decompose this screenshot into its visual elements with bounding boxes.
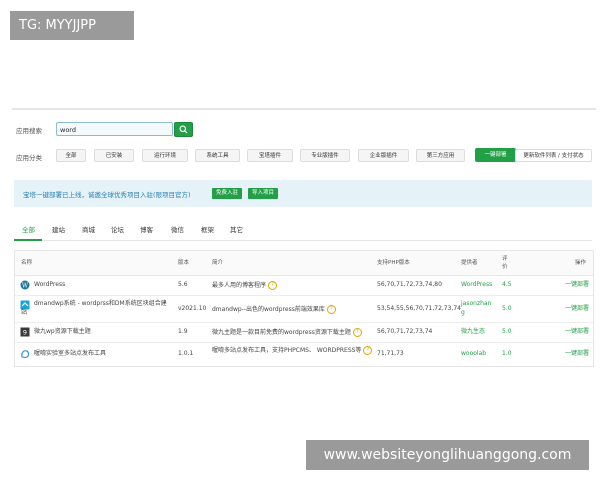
tab-wechat[interactable]: 微信: [171, 224, 184, 234]
tab-mall[interactable]: 商城: [82, 224, 95, 234]
app-php: 56,70,71,72,73,74: [377, 328, 433, 335]
import-project-button[interactable]: 导入项目: [248, 188, 278, 199]
app-name-cont: 站: [21, 309, 28, 316]
deploy-link[interactable]: 一键部署: [565, 328, 589, 336]
app-provider[interactable]: wooolab: [461, 350, 486, 358]
banner-text: 宝塔一键部署已上线，诚邀全球优秀项目入驻(限项目官方): [23, 191, 191, 199]
watermark-bottom: www.websiteyonglihuanggong.com: [306, 440, 589, 470]
col-php: 支持PHP版本: [377, 260, 410, 266]
app-version: v2021.10: [178, 305, 207, 312]
col-rating-1: 评: [502, 256, 508, 262]
app-provider-cont[interactable]: g: [461, 309, 465, 317]
table-header: 名称 版本 简介 支持PHP版本 提供者 评 价 操作: [15, 251, 593, 276]
app-version: 1.0.1: [178, 350, 194, 357]
table-row: 喔唷实验室多站点发布工具 1.0.1 喔唷多站点发布工具，支持PHPCMS、 W…: [15, 343, 593, 366]
app-name: 喔唷实验室多站点发布工具: [34, 350, 107, 357]
tab-site[interactable]: 建站: [52, 224, 65, 234]
app-store-panel: 应用搜索 word 应用分类 全部 已安装 运行环境 系统工具 宝塔插件 专业版…: [12, 108, 596, 372]
app-desc: 微九主题是一款目前免费的wordpress资源下载主题?: [212, 328, 362, 337]
svg-text:W: W: [22, 282, 29, 289]
deploy-link[interactable]: 一键部署: [565, 281, 589, 289]
app-php: 53,54,55,56,70,71,72,73,74: [377, 305, 461, 312]
tab-forum[interactable]: 论坛: [111, 224, 124, 234]
col-rating-2: 价: [502, 264, 508, 270]
tab-all[interactable]: 全部: [22, 224, 35, 234]
watermark-top: TG: MYYJJPP: [10, 11, 134, 40]
app-name: dmandwp系统 - wordprss和DM系统区块组合建: [34, 300, 167, 307]
category-runtime-button[interactable]: 运行环境: [142, 149, 188, 162]
app-provider[interactable]: WordPress: [461, 281, 492, 289]
search-icon: [179, 125, 188, 134]
one-click-deploy-button[interactable]: 一键部署: [475, 148, 516, 162]
category-pro-plugins-button[interactable]: 专业版插件: [300, 149, 350, 162]
category-enterprise-plugins-button[interactable]: 企业版插件: [358, 149, 409, 162]
wooolab-logo-icon: [21, 350, 30, 359]
col-provider: 提供者: [461, 260, 478, 266]
app-desc: 最多人用的博客程序?: [212, 281, 278, 290]
col-name: 名称: [21, 260, 33, 266]
help-icon[interactable]: ?: [268, 281, 278, 290]
announcement-banner: 宝塔一键部署已上线，诚邀全球优秀项目入驻(限项目官方) 免费入驻 导入项目: [14, 180, 592, 207]
app-name: WordPress: [34, 281, 66, 288]
tab-blog[interactable]: 博客: [140, 224, 153, 234]
help-icon[interactable]: ?: [363, 346, 373, 355]
category-tabs: 全部 建站 商城 论坛 博客 微信 框架 其它: [14, 220, 592, 241]
free-join-button[interactable]: 免费入驻: [212, 188, 242, 199]
col-version: 版本: [178, 260, 190, 266]
col-action: 操作: [575, 260, 587, 266]
deploy-link[interactable]: 一键部署: [565, 305, 589, 313]
app-rating: 5.0: [502, 328, 512, 335]
search-input[interactable]: word: [56, 122, 173, 136]
app-rating: 4.5: [502, 281, 512, 288]
app-provider[interactable]: 微九生态: [461, 328, 485, 336]
active-tab-indicator: [14, 239, 42, 241]
category-third-party-button[interactable]: 第三方应用: [416, 149, 465, 162]
tab-framework[interactable]: 框架: [201, 224, 214, 234]
table-row: W WordPress 5.6 最多人用的博客程序? 56,70,71,72,7…: [15, 276, 593, 296]
app-desc: 喔唷多站点发布工具，支持PHPCMS、 WORDPRESS等?: [212, 346, 373, 355]
app-php: 56,70,71,72,73,74,80: [377, 281, 442, 288]
app-php: 71,71,73: [377, 350, 404, 357]
category-installed-button[interactable]: 已安装: [94, 149, 134, 162]
app-rating: 1.0: [502, 350, 512, 357]
search-button[interactable]: [174, 122, 193, 137]
app-table: 名称 版本 简介 支持PHP版本 提供者 评 价 操作 W WordPress …: [14, 250, 594, 367]
weijiu-logo-icon: 9: [20, 327, 30, 337]
tab-other[interactable]: 其它: [230, 224, 243, 234]
update-list-button[interactable]: 更新软件列表 / 支付状态: [515, 149, 592, 162]
app-version: 1.9: [178, 328, 188, 335]
app-rating: 5.0: [502, 305, 512, 312]
table-row: 9 微九wp资源下载主题 1.9 微九主题是一款目前免费的wordpress资源…: [15, 323, 593, 343]
search-label: 应用搜索: [16, 127, 42, 135]
app-desc: dmandwp--出色的wordpress前端效果库?: [212, 305, 336, 314]
col-desc: 简介: [212, 260, 224, 266]
svg-text:9: 9: [23, 329, 27, 337]
table-row: dmandwp系统 - wordprss和DM系统区块组合建 站 v2021.1…: [15, 296, 593, 323]
category-all-button[interactable]: 全部: [56, 149, 86, 162]
app-provider[interactable]: jasonzhan: [461, 300, 491, 308]
category-bt-plugins-button[interactable]: 宝塔插件: [247, 149, 293, 162]
category-label: 应用分类: [16, 154, 42, 162]
help-icon[interactable]: ?: [352, 328, 362, 337]
deploy-link[interactable]: 一键部署: [565, 350, 589, 358]
help-icon[interactable]: ?: [326, 305, 336, 314]
app-name: 微九wp资源下载主题: [34, 328, 91, 335]
category-system-tools-button[interactable]: 系统工具: [195, 149, 240, 162]
app-version: 5.6: [178, 281, 188, 288]
wordpress-logo-icon: W: [20, 280, 30, 290]
